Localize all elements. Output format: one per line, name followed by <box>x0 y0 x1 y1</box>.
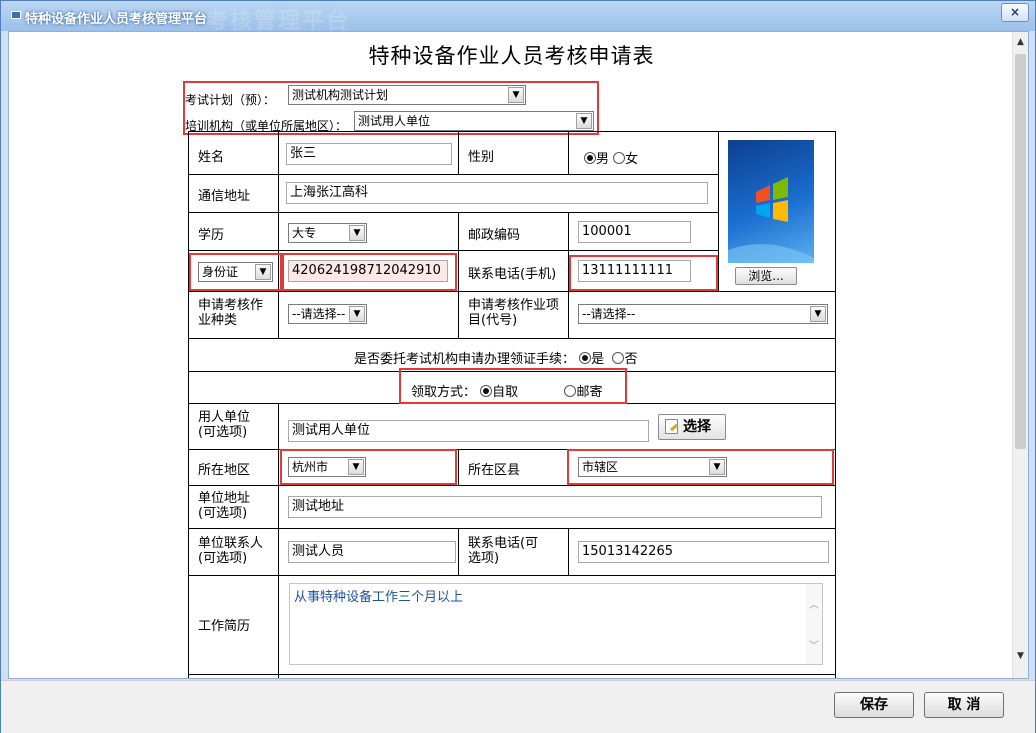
title-bar: 特种设备作业人员考核管理平台 考核管理平台 × <box>1 1 1035 34</box>
chevron-down-icon: ▼ <box>810 306 826 322</box>
chevron-down-icon: ▼ <box>349 225 365 241</box>
address-label: 通信地址 <box>198 189 251 204</box>
edit-document-icon <box>665 419 679 434</box>
scroll-thumb[interactable] <box>1015 54 1026 449</box>
entrust-yes-label: 是 <box>591 352 605 367</box>
form-title: 特种设备作业人员考核申请表 <box>368 44 655 68</box>
work-item-select[interactable]: --请选择-- ▼ <box>578 304 828 324</box>
work-type-label: 申请考核作业种类 <box>198 298 264 328</box>
cancel-button[interactable]: 取 消 <box>924 692 1004 718</box>
highlight-box <box>567 449 834 485</box>
gender-label: 性别 <box>468 150 495 165</box>
save-button[interactable]: 保存 <box>834 692 914 718</box>
highlight-box <box>189 253 284 291</box>
highlight-box <box>280 449 457 485</box>
name-label: 姓名 <box>198 150 225 165</box>
entrust-question: 是否委托考试机构申请办理领证手续： 是 否 <box>354 348 637 367</box>
education-value: 大专 <box>292 226 317 240</box>
dialog-window: 特种设备作业人员考核管理平台 考核管理平台 × 特种设备作业人员考核申请表 考试… <box>0 0 1036 733</box>
gender-female-label: 女 <box>625 152 639 167</box>
phone-label: 联系电话(手机) <box>468 267 557 282</box>
entrust-no-label: 否 <box>624 352 638 367</box>
chevron-up-icon: ︿ <box>809 600 819 611</box>
district-label: 所在区县 <box>468 463 521 478</box>
highlight-box <box>183 81 599 135</box>
contact-label: 单位联系人(可选项) <box>198 536 264 566</box>
education-label: 学历 <box>198 228 225 243</box>
photo-image <box>728 140 814 263</box>
gender-radio-group: 男 女 <box>584 148 638 167</box>
highlight-box <box>399 368 627 404</box>
select-employer-button[interactable]: 选择 <box>658 414 726 440</box>
contact-phone-input[interactable]: 15013142265 <box>578 541 829 563</box>
contact-phone-label: 联系电话(可选项) <box>468 536 539 566</box>
resume-label: 工作简历 <box>198 619 251 634</box>
textarea-scrollbar[interactable]: ︿ ﹀ <box>806 584 822 664</box>
employer-address-input[interactable]: 测试地址 <box>288 496 822 518</box>
form-area: 特种设备作业人员考核申请表 考试计划（预）： 测试机构测试计划 ▼ 培训机构（或… <box>8 31 1029 679</box>
scroll-down-icon[interactable]: ▼ <box>1013 648 1028 664</box>
resume-text: 从事特种设备工作三个月以上 <box>294 590 464 605</box>
employer-input[interactable]: 测试用人单位 <box>288 420 649 442</box>
page-scrollbar[interactable]: ▲ ▼ <box>1012 32 1028 678</box>
scroll-up-icon[interactable]: ▲ <box>1013 34 1028 50</box>
dialog-footer: 保存 取 消 <box>1 680 1035 733</box>
resume-textarea[interactable]: 从事特种设备工作三个月以上 ︿ ﹀ <box>289 583 823 665</box>
work-type-value: --请选择-- <box>292 307 346 321</box>
address-input[interactable]: 上海张江高科 <box>286 182 708 204</box>
postcode-input[interactable]: 100001 <box>578 221 691 243</box>
region-label: 所在地区 <box>198 463 251 478</box>
contact-input[interactable]: 测试人员 <box>288 541 456 563</box>
close-button[interactable]: × <box>1001 3 1029 22</box>
entrust-label: 是否委托考试机构申请办理领证手续： <box>354 352 576 367</box>
work-item-label: 申请考核作业项目(代号) <box>468 298 560 328</box>
gender-male-radio[interactable] <box>584 152 596 164</box>
postcode-label: 邮政编码 <box>468 228 521 243</box>
entrust-no-radio[interactable] <box>612 352 625 364</box>
highlight-box <box>569 255 718 291</box>
entrust-yes-radio[interactable] <box>579 352 592 364</box>
employer-address-label: 单位地址(可选项) <box>198 491 251 521</box>
education-select[interactable]: 大专 ▼ <box>288 223 367 243</box>
employer-label: 用人单位(可选项) <box>198 410 251 440</box>
name-input[interactable]: 张三 <box>286 143 452 165</box>
work-item-value: --请选择-- <box>582 307 636 321</box>
gender-male-label: 男 <box>596 152 610 167</box>
browse-button[interactable]: 浏览... <box>735 267 797 285</box>
chevron-down-icon: ▼ <box>349 306 365 322</box>
gender-female-radio[interactable] <box>613 152 626 164</box>
chevron-down-icon: ﹀ <box>809 641 819 652</box>
window-icon <box>11 11 21 19</box>
work-type-select[interactable]: --请选择-- ▼ <box>288 304 367 324</box>
window-title: 特种设备作业人员考核管理平台 <box>25 12 208 27</box>
windows-logo-icon <box>728 177 814 263</box>
highlight-box <box>280 253 457 291</box>
select-button-label: 选择 <box>683 419 711 435</box>
